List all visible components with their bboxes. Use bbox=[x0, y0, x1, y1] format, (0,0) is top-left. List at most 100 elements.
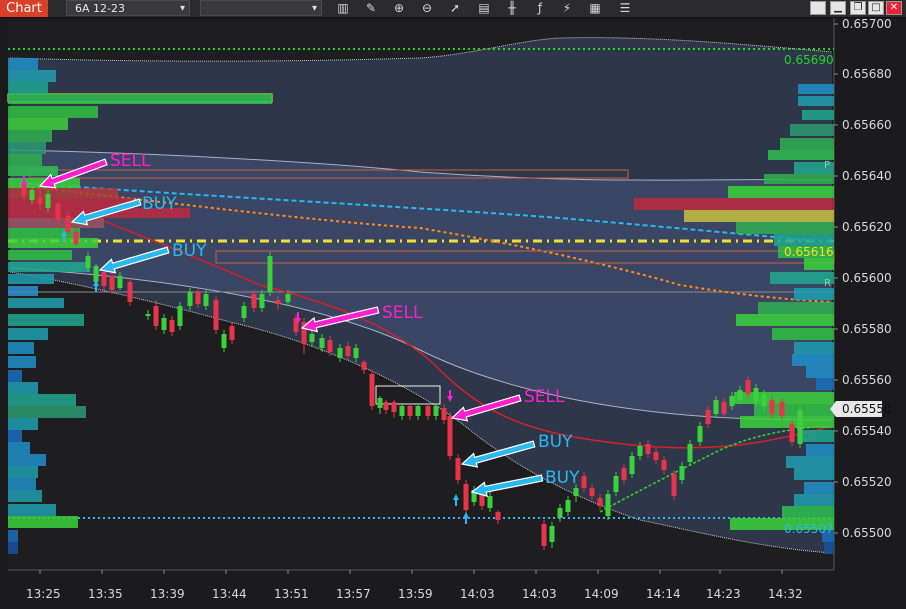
candle-body bbox=[221, 334, 227, 348]
candle-body bbox=[45, 194, 51, 208]
candle-body bbox=[737, 390, 743, 400]
minimize-button[interactable]: ▁ bbox=[830, 1, 846, 15]
price-tick-label: 0.65680 bbox=[842, 67, 892, 81]
bar-style-icon[interactable]: ▥ bbox=[334, 0, 352, 17]
volume-profile-bar bbox=[782, 506, 834, 518]
candle-body bbox=[661, 460, 667, 470]
volume-profile-bar bbox=[786, 456, 834, 468]
candle-body bbox=[383, 402, 389, 410]
candle-body bbox=[37, 198, 43, 204]
candle-body bbox=[679, 466, 685, 480]
data-box-icon[interactable]: ▤ bbox=[475, 0, 493, 17]
indicator-icon[interactable]: ƒ bbox=[531, 0, 549, 17]
volume-profile-bar bbox=[804, 258, 834, 270]
price-chart[interactable]: 0.65700 0.65680 0.65660 0.65640 0.65620 0.656… bbox=[0, 18, 906, 609]
volume-profile-bar bbox=[804, 482, 834, 494]
price-tick-label: 0.65660 bbox=[842, 118, 892, 132]
interval-selector[interactable]: ▾ bbox=[200, 0, 322, 16]
volume-profile-bar bbox=[790, 124, 834, 136]
instrument-label: 6A 12-23 bbox=[75, 2, 125, 15]
candle-body bbox=[671, 474, 677, 496]
signal-label-buy-4: BUY bbox=[545, 468, 580, 488]
candle-body bbox=[753, 388, 759, 402]
candle-body bbox=[309, 334, 315, 342]
strategy-icon[interactable]: ⚡ bbox=[558, 0, 576, 17]
candle-body bbox=[779, 402, 785, 416]
draw-pencil-icon[interactable]: ✎ bbox=[362, 0, 380, 17]
bar-type-icon[interactable]: ╫ bbox=[503, 0, 521, 17]
volume-profile-bar bbox=[8, 466, 38, 478]
price-tick-label: 0.65600 bbox=[842, 271, 892, 285]
candle-body bbox=[433, 406, 439, 416]
candle-body bbox=[653, 452, 659, 460]
candle-body bbox=[275, 300, 281, 304]
time-tick-label: 13:59 bbox=[398, 587, 433, 601]
price-tick-label: 0.65620 bbox=[842, 220, 892, 234]
chevron-down-icon: ▾ bbox=[179, 3, 185, 14]
candle-body bbox=[455, 458, 461, 480]
candle-body bbox=[319, 338, 325, 348]
volume-profile-bar bbox=[8, 250, 72, 260]
level-low-label: 0.65507 bbox=[784, 522, 834, 536]
candle-body bbox=[153, 306, 159, 326]
candle-body bbox=[621, 468, 627, 480]
volume-profile-bar bbox=[8, 70, 56, 82]
time-tick-label: 13:39 bbox=[150, 587, 185, 601]
candle-body bbox=[613, 476, 619, 492]
candle-body bbox=[55, 204, 61, 220]
volume-profile-bar bbox=[8, 406, 86, 418]
zoom-out-icon[interactable]: ⊖ bbox=[418, 0, 436, 17]
volume-profile-bar bbox=[8, 370, 22, 382]
time-tick-label: 13:57 bbox=[336, 587, 371, 601]
signal-label-sell-3: SELL bbox=[524, 387, 565, 407]
chevron-down-icon: ▾ bbox=[311, 3, 317, 14]
volume-profile-bar bbox=[8, 382, 38, 394]
volume-profile-bar bbox=[8, 82, 48, 94]
candle-body bbox=[101, 272, 107, 286]
volume-profile-bar bbox=[8, 130, 52, 142]
instrument-selector[interactable]: 6A 12-23 ▾ bbox=[66, 0, 190, 16]
restore-button[interactable]: ❐ bbox=[850, 1, 866, 15]
properties-icon[interactable]: ▦ bbox=[586, 0, 604, 17]
candle-body bbox=[637, 446, 643, 456]
volume-profile-bar bbox=[772, 328, 834, 340]
candle-body bbox=[229, 326, 235, 340]
time-tick-label: 13:35 bbox=[88, 587, 123, 601]
time-tick-label: 14:23 bbox=[706, 587, 741, 601]
template-icon[interactable]: ☰ bbox=[616, 0, 634, 17]
level-mid-label: 0.65616 bbox=[784, 245, 834, 259]
window-menu-button[interactable] bbox=[810, 1, 826, 15]
close-button[interactable]: ✕ bbox=[886, 1, 902, 15]
time-tick-label: 14:09 bbox=[584, 587, 619, 601]
candle-body bbox=[161, 318, 167, 330]
maximize-button[interactable]: □ bbox=[868, 1, 884, 15]
volume-profile-bar bbox=[794, 288, 834, 300]
volume-profile-bar bbox=[798, 96, 834, 106]
volume-profile-bar bbox=[8, 58, 38, 70]
time-tick-label: 13:44 bbox=[212, 587, 247, 601]
tab-chart[interactable]: Chart bbox=[0, 0, 48, 17]
candle-body bbox=[687, 444, 693, 462]
volume-profile-bar bbox=[8, 342, 34, 354]
volume-profile-bar bbox=[684, 210, 834, 222]
time-tick-label: 14:32 bbox=[768, 587, 803, 601]
signal-label-sell-1: SELL bbox=[110, 151, 151, 171]
zoom-in-icon[interactable]: ⊕ bbox=[390, 0, 408, 17]
volume-profile-bar bbox=[8, 142, 46, 154]
pointer-icon[interactable]: ➚ bbox=[446, 0, 464, 17]
volume-profile-bar bbox=[758, 302, 834, 314]
candle-body bbox=[65, 216, 71, 232]
candle-body bbox=[241, 306, 247, 318]
volume-profile-bar bbox=[634, 198, 834, 210]
candle-body bbox=[93, 266, 99, 282]
time-tick-label: 13:25 bbox=[26, 587, 61, 601]
candle-body bbox=[705, 410, 711, 424]
volume-profile-bar bbox=[8, 530, 18, 542]
volume-profile-bar bbox=[8, 274, 54, 284]
volume-profile-bar bbox=[824, 542, 834, 554]
candle-body bbox=[369, 374, 375, 406]
candle-body bbox=[407, 406, 413, 416]
candle-body bbox=[797, 410, 803, 444]
candle-body bbox=[127, 282, 133, 302]
volume-profile-bar bbox=[816, 378, 834, 390]
